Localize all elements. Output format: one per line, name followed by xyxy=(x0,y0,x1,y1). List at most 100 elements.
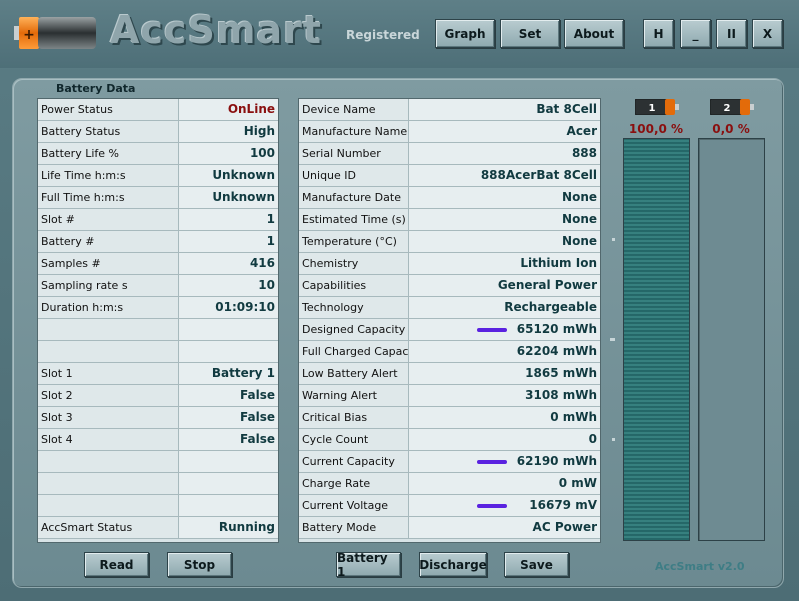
row-label: Manufacture Date xyxy=(299,187,409,208)
table-row: Current Capacity 62190 mWh xyxy=(299,451,600,473)
row-value xyxy=(179,495,278,516)
battery-logo-icon: + xyxy=(14,17,96,49)
row-value: 416 xyxy=(179,253,278,274)
table-row xyxy=(38,451,278,473)
graph-button[interactable]: Graph xyxy=(435,19,495,48)
table-row: Designed Capacity 65120 mWh xyxy=(299,319,600,341)
row-value: Bat 8Cell xyxy=(409,99,600,120)
row-value-text: None xyxy=(562,190,597,204)
close-button[interactable]: X xyxy=(752,19,783,48)
row-value-text: 65120 mWh xyxy=(516,322,597,336)
row-value-text: Bat 8Cell xyxy=(536,102,597,116)
row-value: Unknown xyxy=(179,187,278,208)
battery-1-gauge xyxy=(623,138,690,541)
read-button[interactable]: Read xyxy=(84,552,149,577)
discharge-button[interactable]: Discharge xyxy=(419,552,487,577)
row-value-text: False xyxy=(240,410,275,424)
table-row: AccSmart Status Running xyxy=(38,517,278,539)
row-label: Critical Bias xyxy=(299,407,409,428)
row-label: Low Battery Alert xyxy=(299,363,409,384)
row-label: Cycle Count xyxy=(299,429,409,450)
scale-tick xyxy=(612,238,615,241)
table-row: Battery # 1 xyxy=(38,231,278,253)
row-value-text: Running xyxy=(218,520,275,534)
minimize-button[interactable]: _ xyxy=(680,19,711,48)
value-indicator-bar xyxy=(477,504,507,508)
row-value: False xyxy=(179,429,278,450)
row-value: 1 xyxy=(179,209,278,230)
table-row xyxy=(38,495,278,517)
row-value: 1 xyxy=(179,231,278,252)
row-value: 1865 mWh xyxy=(409,363,600,384)
battery-data-table: Power Status OnLine Battery Status High Batt… xyxy=(37,98,279,543)
row-value-text: OnLine xyxy=(227,102,275,116)
row-label: Warning Alert xyxy=(299,385,409,406)
table-row: Slot 1 Battery 1 xyxy=(38,363,278,385)
row-value xyxy=(179,341,278,362)
battery-1-icon: 1 xyxy=(635,99,679,115)
table-row: Critical Bias 0 mWh xyxy=(299,407,600,429)
h-button[interactable]: H xyxy=(643,19,674,48)
battery-2-icon: 2 xyxy=(710,99,754,115)
table-row: Capabilities General Power xyxy=(299,275,600,297)
row-value: 65120 mWh xyxy=(409,319,600,340)
row-value: Running xyxy=(179,517,278,538)
row-label xyxy=(38,341,179,362)
table-row: Serial Number 888 xyxy=(299,143,600,165)
set-button[interactable]: Set xyxy=(500,19,560,48)
row-value: Lithium Ion xyxy=(409,253,600,274)
pause-button[interactable]: II xyxy=(716,19,747,48)
row-value-text: 01:09:10 xyxy=(215,300,275,314)
save-button[interactable]: Save xyxy=(504,552,569,577)
row-value xyxy=(179,451,278,472)
table-row: Slot 3 False xyxy=(38,407,278,429)
row-label: Slot 1 xyxy=(38,363,179,384)
table-row: Technology Rechargeable xyxy=(299,297,600,319)
row-value: None xyxy=(409,231,600,252)
row-value-text: None xyxy=(562,212,597,226)
battery-select-button[interactable]: Battery 1 xyxy=(336,551,401,579)
row-label: Life Time h:m:s xyxy=(38,165,179,186)
row-value: Acer xyxy=(409,121,600,142)
row-label: Designed Capacity xyxy=(299,319,409,340)
row-value xyxy=(179,473,278,494)
row-label: Samples # xyxy=(38,253,179,274)
row-label xyxy=(38,473,179,494)
row-label: Serial Number xyxy=(299,143,409,164)
about-button[interactable]: About xyxy=(564,19,624,48)
table-row: Sampling rate s 10 xyxy=(38,275,278,297)
row-label: Battery # xyxy=(38,231,179,252)
row-label: Full Time h:m:s xyxy=(38,187,179,208)
row-value-text: 0 mWh xyxy=(550,410,597,424)
row-value: False xyxy=(179,407,278,428)
table-row: Life Time h:m:s Unknown xyxy=(38,165,278,187)
svg-text:+: + xyxy=(23,27,35,43)
row-value-text: False xyxy=(240,432,275,446)
row-value: 888AcerBat 8Cell xyxy=(409,165,600,186)
table-row: Full Charged Capacity 62204 mWh xyxy=(299,341,600,363)
row-value-text: 0 mW xyxy=(558,476,597,490)
row-value-text: Battery 1 xyxy=(211,366,275,380)
row-value: None xyxy=(409,187,600,208)
battery-2-percent: 0,0 % xyxy=(712,122,750,136)
row-value: General Power xyxy=(409,275,600,296)
row-label: Full Charged Capacity xyxy=(299,341,409,362)
row-value-text: 16679 mV xyxy=(529,498,597,512)
table-row: Slot # 1 xyxy=(38,209,278,231)
app-title: AccSmart xyxy=(110,8,322,52)
stop-button[interactable]: Stop xyxy=(167,552,232,577)
table-row: Warning Alert 3108 mWh xyxy=(299,385,600,407)
table-row: Battery Mode AC Power xyxy=(299,517,600,539)
row-value: OnLine xyxy=(179,99,278,120)
row-label: Charge Rate xyxy=(299,473,409,494)
table-row: Slot 4 False xyxy=(38,429,278,451)
battery-data-label: Battery Data xyxy=(56,82,136,95)
row-label: Slot 2 xyxy=(38,385,179,406)
scale-tick xyxy=(610,338,615,341)
row-label: Chemistry xyxy=(299,253,409,274)
table-row: Duration h:m:s 01:09:10 xyxy=(38,297,278,319)
title-bar: + AccSmart Registered Graph Set About H … xyxy=(0,0,799,68)
row-value-text: 62190 mWh xyxy=(516,454,597,468)
row-label: Device Name xyxy=(299,99,409,120)
row-value-text: 3108 mWh xyxy=(525,388,597,402)
